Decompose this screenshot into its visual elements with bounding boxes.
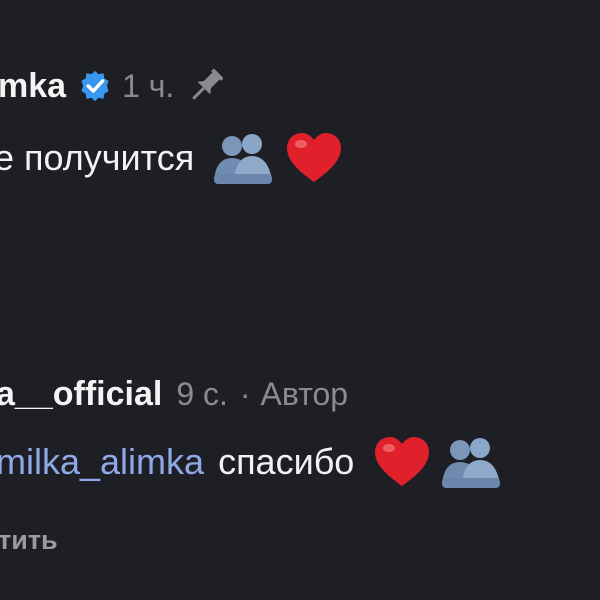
comment-time-2: 9 с. <box>176 376 228 412</box>
comment-body-2: milka_alimka спасибо <box>0 434 504 490</box>
pin-icon <box>192 68 224 100</box>
reply-button[interactable]: тить <box>0 525 58 556</box>
comment-header-1: mka 1 ч. <box>0 64 228 108</box>
verified-badge-icon <box>81 70 109 102</box>
comment-username-2[interactable]: a__official <box>0 375 162 414</box>
author-label: Автор <box>260 376 349 412</box>
comment-actions-2: тить <box>0 525 58 556</box>
red-heart-emoji-icon <box>375 437 430 486</box>
people-emoji-icon <box>442 438 501 488</box>
comment-header-2: a__official 9 с. · Автор <box>0 375 348 414</box>
comment-username-1[interactable]: mka <box>0 67 66 106</box>
meta-separator: · <box>239 376 251 412</box>
comment-text-2: спасибо <box>218 441 355 482</box>
comment-time-1: 1 ч. <box>122 67 175 104</box>
comment-text-1: е получится <box>0 137 195 178</box>
comment-body-1: е получится <box>0 130 344 186</box>
comments-screen: mka 1 ч. е получится a__official 9 с. · … <box>0 0 600 600</box>
mention-link[interactable]: milka_alimka <box>0 441 204 483</box>
red-heart-emoji-icon <box>287 133 342 182</box>
people-emoji-icon <box>214 134 273 184</box>
